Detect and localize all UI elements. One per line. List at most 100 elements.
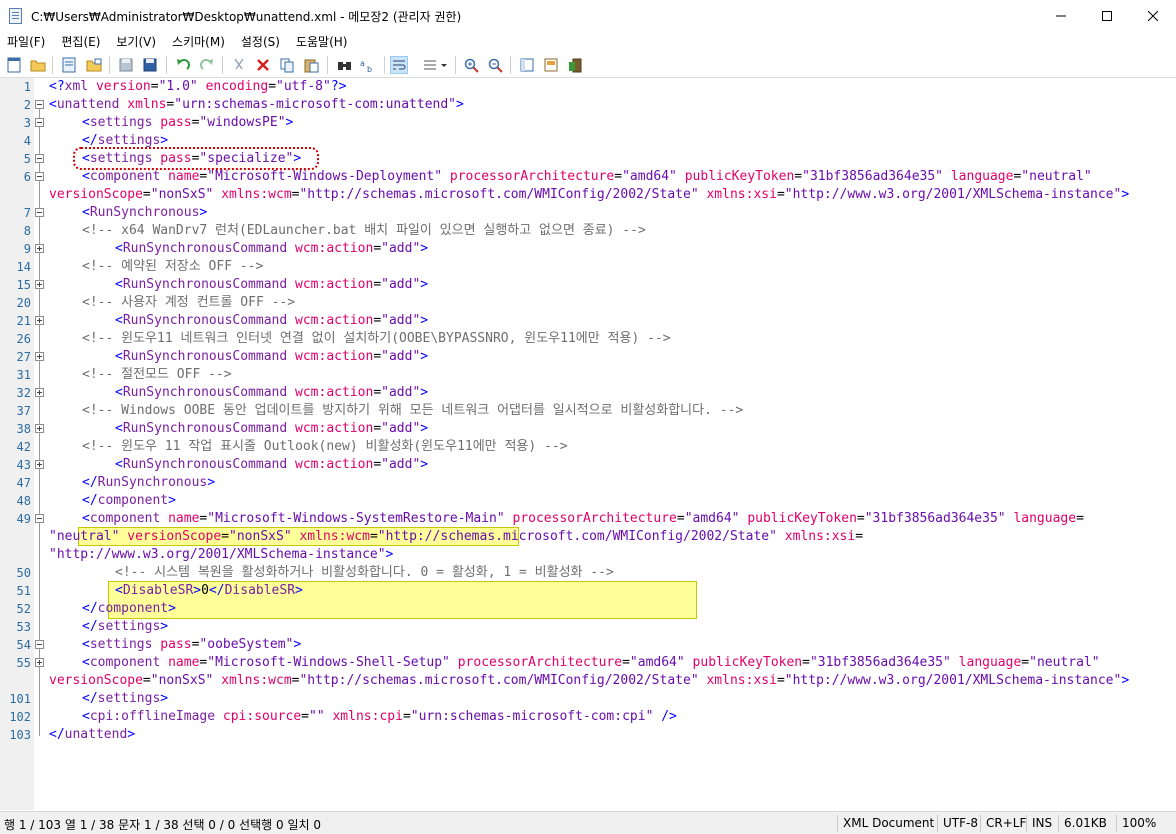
- fold-collapse-icon[interactable]: [35, 118, 44, 127]
- zoom-in-button[interactable]: [462, 56, 480, 74]
- editor-line[interactable]: 27 <RunSynchronousCommand wcm:action="add…: [0, 348, 1176, 366]
- code-text: </unattend>: [49, 727, 136, 742]
- zoom-out-button[interactable]: [486, 56, 504, 74]
- code-editor[interactable]: 1 <?xml version="1.0" encoding="utf-8"?> 2…: [0, 78, 1176, 810]
- editor-line[interactable]: versionScope="nonSxS" xmlns:wcm="http://…: [0, 186, 1176, 204]
- menu-settings[interactable]: 설정(S): [233, 33, 288, 50]
- editor-line[interactable]: 42 <!-- 윈도우 11 작업 표시줄 Outlook(new) 비활성화(윈…: [0, 438, 1176, 456]
- schema-button[interactable]: [518, 56, 536, 74]
- fold-collapse-icon[interactable]: [35, 100, 44, 109]
- bookmark-dropdown-button[interactable]: [421, 56, 449, 74]
- red-dotted-annotation: [73, 147, 319, 170]
- fold-expand-icon[interactable]: [35, 244, 44, 253]
- undo-button[interactable]: [174, 56, 192, 74]
- menu-scheme[interactable]: 스키마(M): [164, 33, 233, 50]
- fold-expand-icon[interactable]: [35, 460, 44, 469]
- code-text: <!-- x64 WanDrv7 런처(EDLauncher.bat 배치 파일…: [82, 223, 646, 238]
- line-ending[interactable]: CR+LF: [980, 815, 1026, 832]
- cut-button[interactable]: [230, 56, 248, 74]
- line-number: 48: [16, 494, 31, 508]
- editor-line[interactable]: 55 <component name="Microsoft-Windows-She…: [0, 654, 1176, 672]
- replace-button[interactable]: ab: [359, 56, 377, 74]
- editor-line[interactable]: 50 <!-- 시스템 복원을 활성화하거나 비활성화합니다. 0 = 활성화, …: [0, 564, 1176, 582]
- file-size: 6.01KB: [1058, 815, 1107, 832]
- maximize-button[interactable]: [1084, 0, 1130, 32]
- editor-line[interactable]: 7 <RunSynchronous>: [0, 204, 1176, 222]
- fold-expand-icon[interactable]: [35, 424, 44, 433]
- toolbar: ab: [0, 52, 1176, 78]
- editor-line[interactable]: versionScope="nonSxS" xmlns:wcm="http://…: [0, 672, 1176, 690]
- encoding[interactable]: UTF-8: [937, 815, 978, 832]
- editor-line[interactable]: 53 </settings>: [0, 618, 1176, 636]
- word-wrap-button[interactable]: [390, 56, 408, 74]
- fold-expand-icon[interactable]: [35, 388, 44, 397]
- line-number: 9: [23, 242, 31, 256]
- editor-line[interactable]: 8 <!-- x64 WanDrv7 런처(EDLauncher.bat 배치 파…: [0, 222, 1176, 240]
- editor-line[interactable]: 52 </component>: [0, 600, 1176, 618]
- fold-collapse-icon[interactable]: [35, 154, 44, 163]
- editor-line[interactable]: 101 </settings>: [0, 690, 1176, 708]
- fold-collapse-icon[interactable]: [35, 514, 44, 523]
- editor-line[interactable]: "neutral" versionScope="nonSxS" xmlns:wc…: [0, 528, 1176, 546]
- open-favorites-button[interactable]: [85, 56, 103, 74]
- editor-line[interactable]: 26 <!-- 윈도우11 네트워크 인터넷 연결 없이 설치하기(OOBE\BY…: [0, 330, 1176, 348]
- editor-line[interactable]: 6 <component name="Microsoft-Windows-Depl…: [0, 168, 1176, 186]
- exit-button[interactable]: [566, 56, 584, 74]
- settings-button[interactable]: [542, 56, 560, 74]
- fold-expand-icon[interactable]: [35, 280, 44, 289]
- minimize-button[interactable]: [1038, 0, 1084, 32]
- browse-button[interactable]: [60, 56, 78, 74]
- open-file-button[interactable]: [29, 56, 47, 74]
- fold-expand-icon[interactable]: [35, 316, 44, 325]
- fold-expand-icon[interactable]: [35, 352, 44, 361]
- delete-button[interactable]: [254, 56, 272, 74]
- insert-mode[interactable]: INS: [1026, 815, 1052, 832]
- find-button[interactable]: [335, 56, 353, 74]
- editor-line[interactable]: 31 <!-- 절전모드 OFF -->: [0, 366, 1176, 384]
- editor-line[interactable]: 51 <DisableSR>0</DisableSR>: [0, 582, 1176, 600]
- editor-line[interactable]: 102 <cpi:offlineImage cpi:source="" xmlns…: [0, 708, 1176, 726]
- editor-line[interactable]: 2 <unattend xmlns="urn:schemas-microsoft-…: [0, 96, 1176, 114]
- close-button[interactable]: [1130, 0, 1176, 32]
- svg-text:a: a: [360, 59, 365, 68]
- editor-line[interactable]: 1 <?xml version="1.0" encoding="utf-8"?>: [0, 78, 1176, 96]
- doc-type[interactable]: XML Document: [837, 815, 934, 832]
- editor-line[interactable]: 37 <!-- Windows OOBE 동안 업데이트를 방지하기 위해 모든 …: [0, 402, 1176, 420]
- editor-line[interactable]: 103 </unattend>: [0, 726, 1176, 744]
- fold-collapse-icon[interactable]: [35, 208, 44, 217]
- line-number: 26: [16, 332, 31, 346]
- menu-view[interactable]: 보기(V): [108, 33, 164, 50]
- menu-edit[interactable]: 편집(E): [53, 33, 108, 50]
- editor-line[interactable]: 15 <RunSynchronousCommand wcm:action="add…: [0, 276, 1176, 294]
- zoom-level[interactable]: 100%: [1116, 815, 1156, 832]
- editor-line[interactable]: 9 <RunSynchronousCommand wcm:action="add"…: [0, 240, 1176, 258]
- editor-line[interactable]: 14 <!-- 예약된 저장소 OFF -->: [0, 258, 1176, 276]
- fold-collapse-icon[interactable]: [35, 172, 44, 181]
- editor-line[interactable]: "http://www.w3.org/2001/XMLSchema-instan…: [0, 546, 1176, 564]
- menu-help[interactable]: 도움말(H): [288, 33, 356, 50]
- editor-line[interactable]: 20 <!-- 사용자 계정 컨트롤 OFF -->: [0, 294, 1176, 312]
- editor-line[interactable]: 49 <component name="Microsoft-Windows-Sys…: [0, 510, 1176, 528]
- save-button[interactable]: [117, 56, 135, 74]
- code-text: <!-- 절전모드 OFF -->: [82, 367, 232, 382]
- editor-line[interactable]: 43 <RunSynchronousCommand wcm:action="add…: [0, 456, 1176, 474]
- copy-button[interactable]: [278, 56, 296, 74]
- editor-line[interactable]: 48 </component>: [0, 492, 1176, 510]
- editor-line[interactable]: 21 <RunSynchronousCommand wcm:action="add…: [0, 312, 1176, 330]
- editor-line[interactable]: 32 <RunSynchronousCommand wcm:action="add…: [0, 384, 1176, 402]
- editor-line[interactable]: 54 <settings pass="oobeSystem">: [0, 636, 1176, 654]
- line-number: 101: [9, 692, 31, 706]
- fold-collapse-icon[interactable]: [35, 640, 44, 649]
- fold-expand-icon[interactable]: [35, 658, 44, 667]
- minimize-icon: [1056, 15, 1066, 17]
- menu-file[interactable]: 파일(F): [0, 33, 53, 50]
- editor-line[interactable]: 3 <settings pass="windowsPE">: [0, 114, 1176, 132]
- editor-line[interactable]: 47 </RunSynchronous>: [0, 474, 1176, 492]
- paste-button[interactable]: [302, 56, 320, 74]
- editor-line[interactable]: 38 <RunSynchronousCommand wcm:action="add…: [0, 420, 1176, 438]
- save-as-button[interactable]: [141, 56, 159, 74]
- redo-button[interactable]: [198, 56, 216, 74]
- new-file-button[interactable]: [5, 56, 23, 74]
- code-text: <settings pass="oobeSystem">: [82, 637, 302, 652]
- code-text: <RunSynchronousCommand wcm:action="add">: [115, 349, 429, 364]
